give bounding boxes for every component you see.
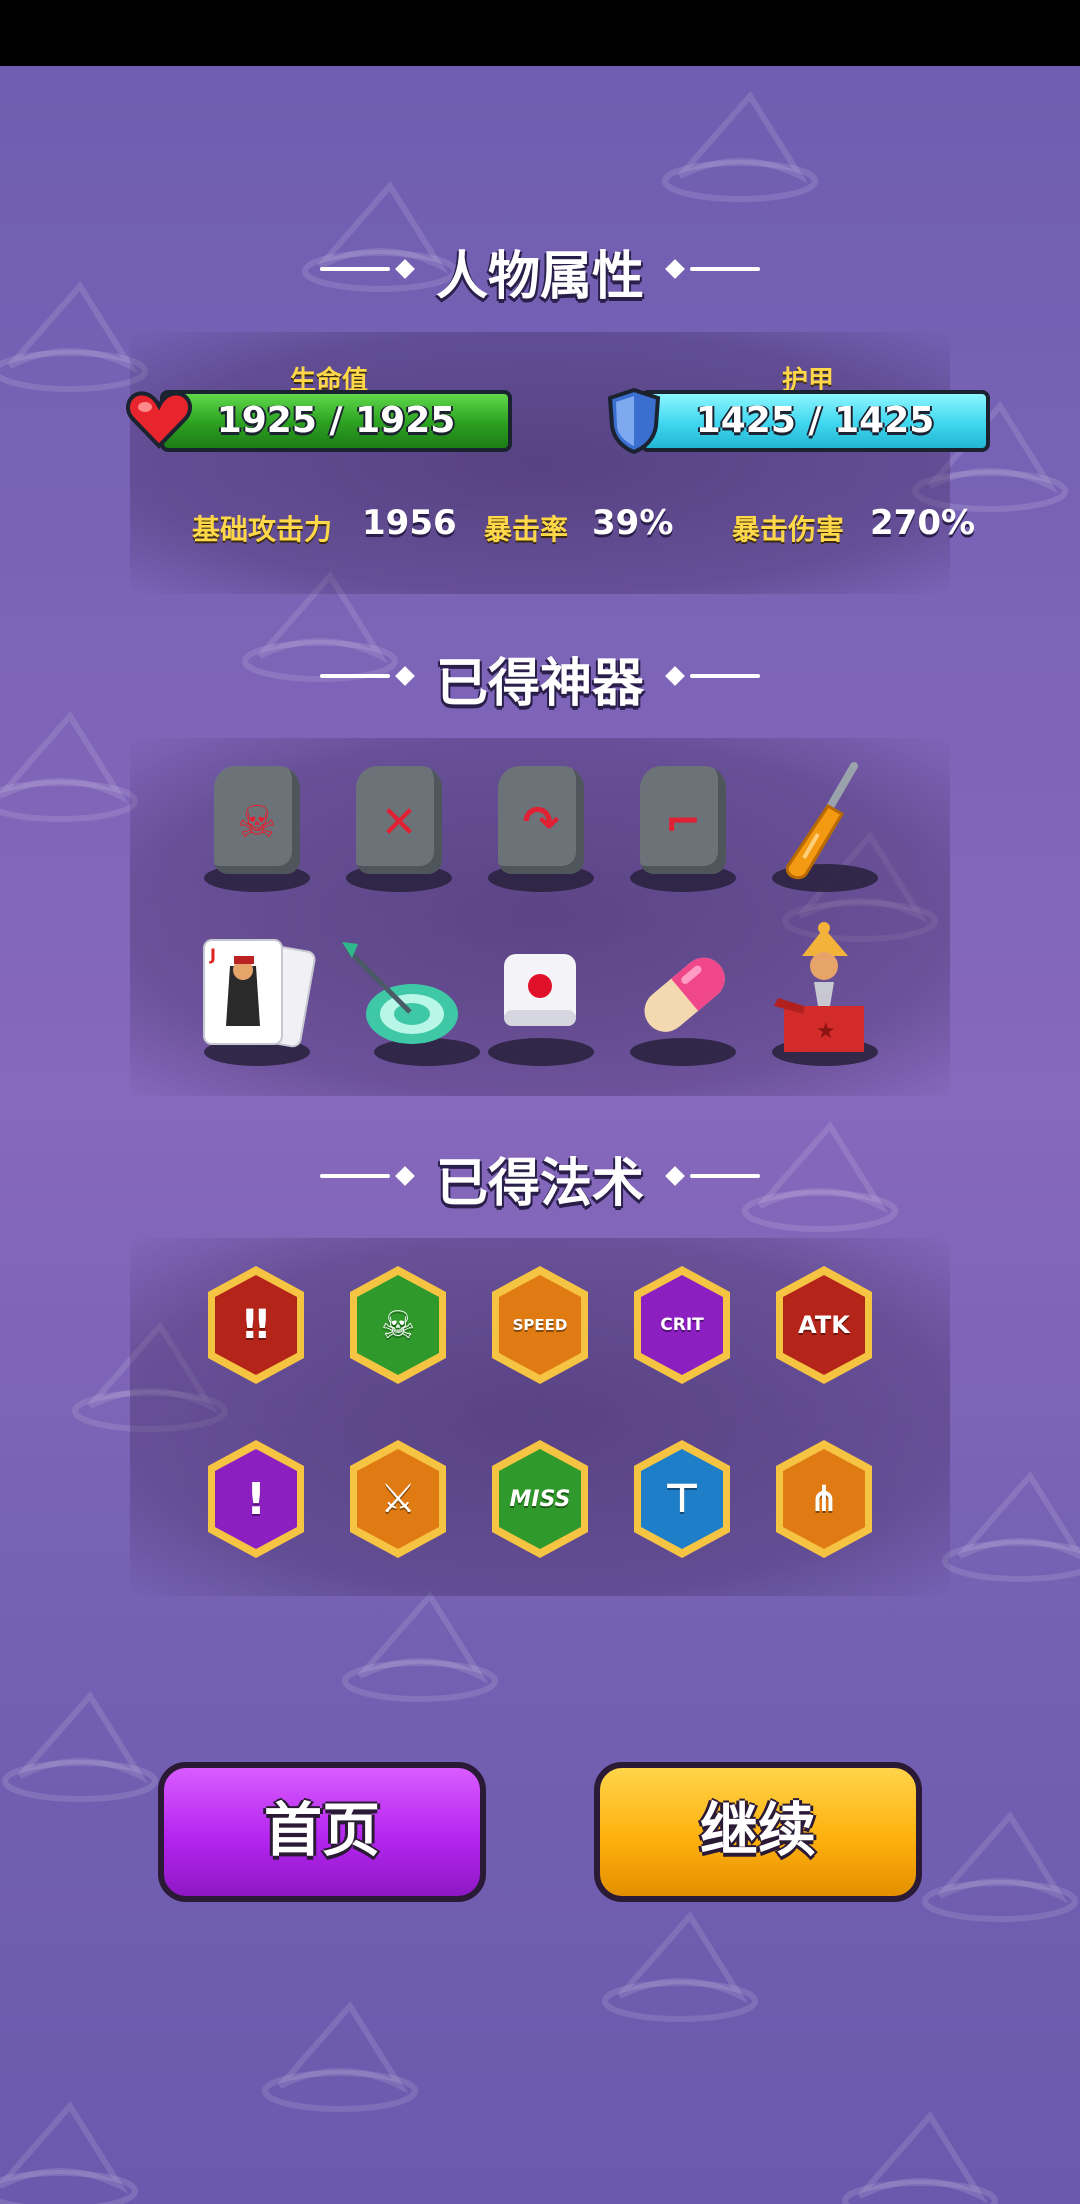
- home-button[interactable]: 首页: [158, 1762, 486, 1902]
- base-attack-value: 1956: [362, 503, 457, 543]
- title-decoration-right: [690, 267, 760, 271]
- turret-icon: ⊤: [641, 1449, 723, 1549]
- continue-button[interactable]: 继续: [594, 1762, 922, 1902]
- jack-in-the-box-icon: ★: [774, 922, 864, 1052]
- double-arrow-down-icon: ‼: [215, 1275, 297, 1375]
- crit-damage-label: 暴击伤害: [732, 513, 845, 546]
- armor-bar: 1425 / 1425: [640, 390, 990, 452]
- hook-tombstone-icon: ↷: [522, 797, 560, 848]
- single-arrow-down-icon: !: [215, 1449, 297, 1549]
- artifact-slot[interactable]: ↷: [476, 756, 606, 896]
- artifact-slot[interactable]: J: [192, 930, 322, 1070]
- svg-text:★: ★: [816, 1019, 836, 1044]
- artifact-slot[interactable]: ⌐: [618, 756, 748, 896]
- speed-up-icon: SPEED: [499, 1275, 581, 1375]
- title-decoration-right: [690, 1174, 760, 1178]
- artifact-slot[interactable]: ★: [760, 922, 890, 1070]
- artifact-slot[interactable]: [760, 756, 890, 896]
- shield-icon: [607, 387, 661, 454]
- crit-damage-value: 270%: [870, 503, 976, 543]
- atk-up-icon: ATK: [783, 1275, 865, 1375]
- artifact-slot[interactable]: ☠: [192, 756, 322, 896]
- miss-icon: MISS: [499, 1449, 581, 1549]
- attributes-title: 人物属性: [435, 247, 644, 307]
- artifact-slot[interactable]: ✕: [334, 756, 464, 896]
- artifact-slot[interactable]: [476, 930, 606, 1070]
- crit-rate-label: 暴击率: [484, 513, 569, 546]
- screwdriver-icon: [785, 762, 858, 880]
- spell-text: SPEED: [512, 1316, 568, 1334]
- status-bar: [0, 0, 1080, 66]
- crit-rate-value: 39%: [592, 503, 674, 543]
- pill-icon: [644, 957, 725, 1032]
- spells-title: 已得法术: [435, 1154, 644, 1214]
- svg-text:J: J: [209, 945, 216, 964]
- dice-icon: [504, 954, 576, 1026]
- triple-arrow-icon: ⋔: [783, 1449, 865, 1549]
- crit-up-icon: CRIT: [641, 1275, 723, 1375]
- spell-text: ATK: [798, 1311, 850, 1339]
- artifacts-title: 已得神器: [435, 654, 644, 714]
- heart-icon: [126, 391, 192, 449]
- dart-target-icon: [342, 942, 458, 1044]
- hp-bar: 1925 / 1925: [160, 390, 512, 452]
- artifact-slot[interactable]: [334, 930, 480, 1070]
- base-attack-label: 基础攻击力: [192, 513, 333, 546]
- spell-text: MISS: [509, 1486, 571, 1512]
- jack-card-icon: J: [203, 939, 316, 1048]
- title-decoration-right: [690, 674, 760, 678]
- crossed-swords-icon: ⚔: [357, 1449, 439, 1549]
- skull-tombstone-icon: ☠: [237, 797, 277, 848]
- spell-text: CRIT: [660, 1315, 704, 1335]
- artifact-slot[interactable]: [618, 930, 748, 1070]
- cross-arrows-tombstone-icon: ✕: [380, 797, 418, 848]
- boot-tombstone-icon: ⌐: [664, 797, 702, 848]
- skull-bounce-icon: ☠: [357, 1275, 439, 1375]
